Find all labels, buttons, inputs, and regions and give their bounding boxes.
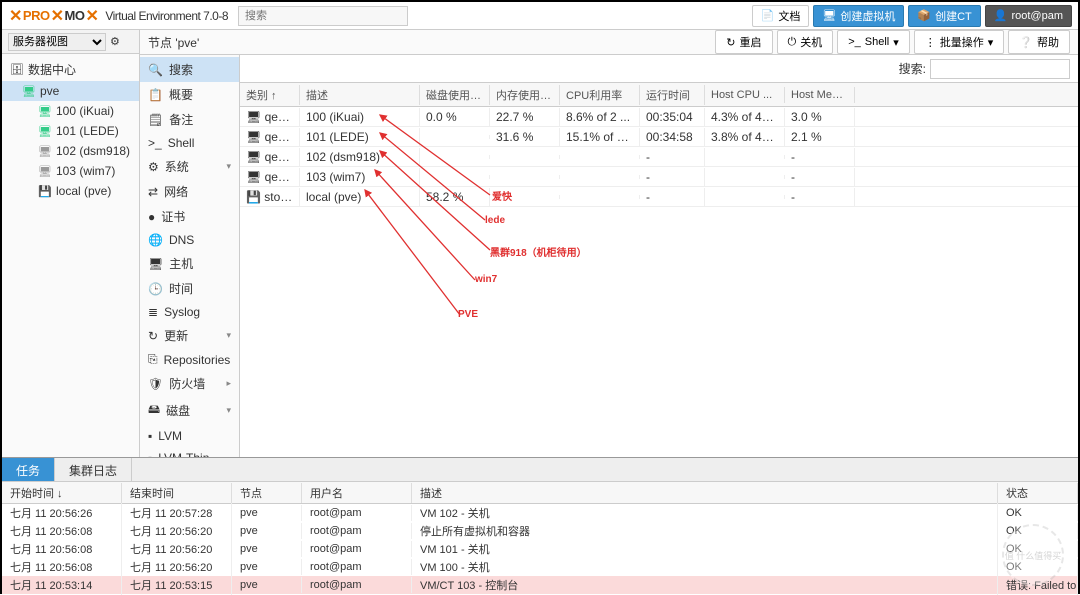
log-row[interactable]: 七月 11 20:56:08七月 11 20:56:20pveroot@pamV… bbox=[2, 558, 1078, 576]
global-search-input[interactable] bbox=[238, 6, 408, 26]
subnav-cert[interactable]: ● 证书 bbox=[140, 204, 239, 229]
content-search-input[interactable] bbox=[930, 59, 1070, 79]
log-col-node[interactable]: 节点 bbox=[232, 483, 302, 503]
tree-storage-local[interactable]: local (pve) bbox=[2, 181, 139, 201]
table-row[interactable]: 🖥 qemu101 (LEDE)31.6 %15.1% of 1 ...00:3… bbox=[240, 127, 1078, 147]
log-row[interactable]: 七月 11 20:53:14七月 11 20:53:15pveroot@pamV… bbox=[2, 576, 1078, 594]
log-col-start[interactable]: 开始时间 ↓ bbox=[2, 483, 122, 503]
subnav-shell[interactable]: >_ Shell bbox=[140, 132, 239, 154]
col-hostmem[interactable]: Host Mem... bbox=[785, 87, 855, 103]
task-log-panel: 任务 集群日志 开始时间 ↓ 结束时间 节点 用户名 描述 状态 七月 11 2… bbox=[2, 457, 1078, 592]
tree-vm-102[interactable]: 102 (dsm918) bbox=[2, 141, 139, 161]
table-row[interactable]: 💾 storagelocal (pve)58.2 %-- bbox=[240, 187, 1078, 207]
subnav-notes[interactable]: 🗒 备注 bbox=[140, 107, 239, 132]
docs-button[interactable]: 📄 文档 bbox=[752, 5, 810, 27]
subnav-network[interactable]: ⇄ 网络 bbox=[140, 179, 239, 204]
subnav-system[interactable]: ⚙ 系统▾ bbox=[140, 154, 239, 179]
tree-vm-101[interactable]: 101 (LEDE) bbox=[2, 121, 139, 141]
log-col-desc[interactable]: 描述 bbox=[412, 483, 998, 503]
resource-tree-panel: 服务器视图 ⚙ 数据中心 pve 100 (iKuai) 101 (LEDE) … bbox=[2, 30, 140, 457]
tab-cluster-log[interactable]: 集群日志 bbox=[55, 458, 132, 481]
log-col-status[interactable]: 状态 bbox=[998, 483, 1078, 503]
log-col-end[interactable]: 结束时间 bbox=[122, 483, 232, 503]
tab-tasks[interactable]: 任务 bbox=[2, 458, 55, 481]
subnav-host[interactable]: 🖥 主机 bbox=[140, 251, 239, 276]
logo: ✕PRO✕MO✕ Virtual Environment 7.0-8 bbox=[8, 6, 228, 26]
subnav-syslog[interactable]: ≣ Syslog bbox=[140, 301, 239, 323]
table-row[interactable]: 🖥 qemu100 (iKuai)0.0 %22.7 %8.6% of 2 ..… bbox=[240, 107, 1078, 127]
watermark: 值 什么值得买 bbox=[1002, 524, 1064, 586]
tree-datacenter[interactable]: 数据中心 bbox=[2, 58, 139, 81]
col-cpu[interactable]: CPU利用率 bbox=[560, 85, 640, 105]
col-uptime[interactable]: 运行时间 bbox=[640, 85, 705, 105]
table-row[interactable]: 🖥 qemu102 (dsm918)-- bbox=[240, 147, 1078, 167]
tree-vm-103[interactable]: 103 (wim7) bbox=[2, 161, 139, 181]
subnav-updates[interactable]: ↻ 更新▾ bbox=[140, 323, 239, 348]
col-type[interactable]: 类别 ↑ bbox=[240, 85, 300, 105]
subnav-lvm[interactable]: ▪ LVM bbox=[140, 425, 239, 447]
tree-node-pve[interactable]: pve bbox=[2, 81, 139, 101]
col-desc[interactable]: 描述 bbox=[300, 85, 420, 105]
user-menu-button[interactable]: 👤 root@pam bbox=[985, 5, 1072, 27]
subnav-disks[interactable]: 🖴 磁盘▾ bbox=[140, 396, 239, 425]
col-hostcpu[interactable]: Host CPU ... bbox=[705, 87, 785, 103]
resource-table: 类别 ↑ 描述 磁盘使用率... 内存使用率... CPU利用率 运行时间 Ho… bbox=[240, 83, 1078, 207]
tree-view-select[interactable]: 服务器视图 bbox=[8, 33, 106, 51]
log-row[interactable]: 七月 11 20:56:08七月 11 20:56:20pveroot@pam停… bbox=[2, 522, 1078, 540]
subnav-time[interactable]: 🕒 时间 bbox=[140, 276, 239, 301]
subnav-summary[interactable]: 📋 概要 bbox=[140, 82, 239, 107]
log-row[interactable]: 七月 11 20:56:26七月 11 20:57:28pveroot@pamV… bbox=[2, 504, 1078, 522]
log-col-user[interactable]: 用户名 bbox=[302, 483, 412, 503]
subnav-dns[interactable]: 🌐 DNS bbox=[140, 229, 239, 251]
bulk-actions-button[interactable]: ⋮ 批量操作 ▾ bbox=[914, 30, 1005, 54]
top-bar: ✕PRO✕MO✕ Virtual Environment 7.0-8 📄 文档 … bbox=[2, 2, 1078, 30]
reboot-button[interactable]: ↻ 重启 bbox=[715, 30, 772, 54]
subnav-repos[interactable]: ⎘ Repositories bbox=[140, 348, 239, 371]
log-row[interactable]: 七月 11 20:56:08七月 11 20:56:20pveroot@pamV… bbox=[2, 540, 1078, 558]
create-vm-button[interactable]: 🖥 创建虚拟机 bbox=[813, 5, 904, 27]
subnav-search[interactable]: 🔍 搜索 bbox=[140, 57, 239, 82]
content-title: 节点 'pve' bbox=[148, 34, 199, 51]
subnav-firewall[interactable]: 🛡 防火墙▸ bbox=[140, 371, 239, 396]
create-ct-button[interactable]: 📦 创建CT bbox=[908, 5, 980, 27]
col-disk[interactable]: 磁盘使用率... bbox=[420, 85, 490, 105]
shutdown-button[interactable]: ⏻ 关机 bbox=[777, 30, 834, 54]
shell-button[interactable]: >_ Shell ▾ bbox=[837, 30, 910, 54]
table-row[interactable]: 🖥 qemu103 (wim7)-- bbox=[240, 167, 1078, 187]
tree-vm-100[interactable]: 100 (iKuai) bbox=[2, 101, 139, 121]
col-mem[interactable]: 内存使用率... bbox=[490, 85, 560, 105]
help-button[interactable]: ❔ 帮助 bbox=[1008, 30, 1070, 54]
search-label: 搜索: bbox=[899, 60, 926, 77]
